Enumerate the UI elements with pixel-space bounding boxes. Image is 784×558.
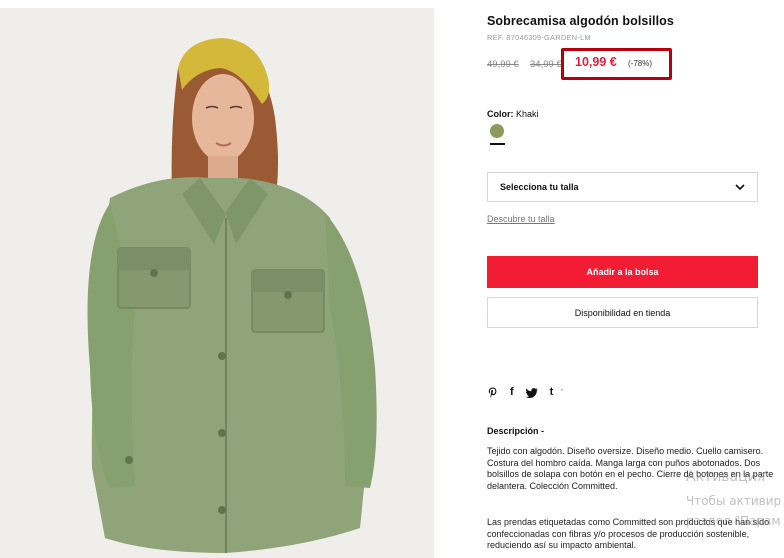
- size-select[interactable]: Selecciona tu talla: [487, 172, 758, 202]
- product-reference: REF. 87046309-GARDEN-LM: [487, 33, 591, 42]
- social-share-row: f t ': [488, 387, 563, 398]
- facebook-icon[interactable]: f: [510, 387, 514, 398]
- size-select-label: Selecciona tu talla: [500, 182, 579, 192]
- color-label-key: Color:: [487, 109, 514, 119]
- product-title: Sobrecamisa algodón bolsillos: [487, 14, 674, 28]
- product-image[interactable]: [0, 8, 434, 558]
- social-extra-mark: ': [561, 389, 563, 396]
- previous-price: 34,99 €: [530, 59, 562, 70]
- discount-badge: (-78%): [628, 59, 653, 68]
- selected-swatch-indicator: [490, 143, 505, 145]
- size-guide-link[interactable]: Descubre tu talla: [487, 214, 555, 224]
- tumblr-icon[interactable]: t: [550, 387, 554, 398]
- model-photo-illustration: [0, 8, 434, 558]
- os-activation-watermark-line1: Активация: [686, 469, 766, 485]
- original-price: 49,99 €: [487, 59, 519, 70]
- description-title[interactable]: Descripción -: [487, 426, 544, 436]
- twitter-icon[interactable]: [525, 387, 538, 398]
- sale-price: 10,99 €: [575, 55, 617, 69]
- chevron-down-icon: [735, 184, 745, 191]
- os-activation-watermark-line2: Чтобы активир: [686, 494, 782, 508]
- color-value: Khaki: [516, 109, 539, 119]
- pinterest-icon[interactable]: [488, 387, 498, 398]
- add-to-bag-button[interactable]: Añadir a la bolsa: [487, 256, 758, 288]
- color-label: Color: Khaki: [487, 109, 539, 119]
- store-availability-button[interactable]: Disponibilidad en tienda: [487, 297, 758, 328]
- os-activation-watermark-line3: раздел "Парам: [686, 514, 781, 528]
- color-swatch-khaki[interactable]: [490, 124, 504, 138]
